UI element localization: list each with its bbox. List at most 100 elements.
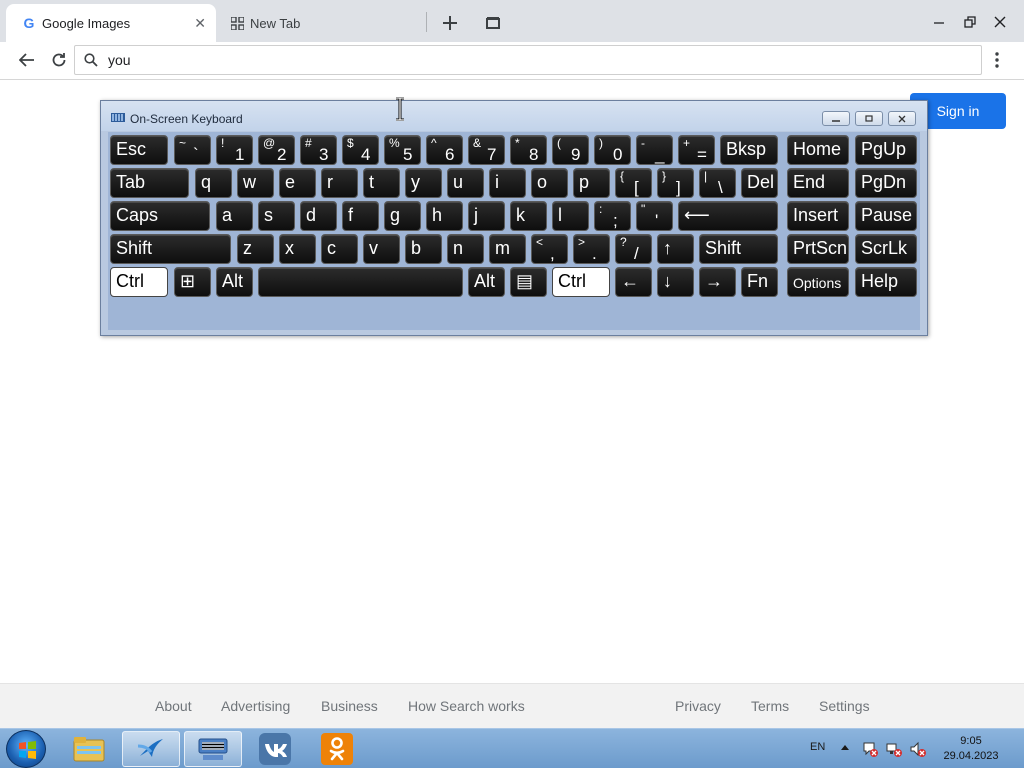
key-pgup[interactable]: PgUp — [855, 135, 917, 165]
key-t[interactable]: t — [363, 168, 400, 198]
key-p[interactable]: p — [573, 168, 610, 198]
key-7[interactable]: & 7 — [468, 135, 505, 165]
key-fn[interactable]: Fn — [741, 267, 778, 297]
tab-close-icon[interactable]: ✕ — [194, 15, 206, 32]
key-x[interactable]: x — [279, 234, 316, 264]
osk-maximize-button[interactable] — [855, 111, 883, 126]
key-/[interactable]: ? / — [615, 234, 652, 264]
key-shift[interactable]: Shift — [699, 234, 778, 264]
taskbar-explorer[interactable] — [60, 731, 118, 767]
browser-menu-button[interactable] — [984, 45, 1010, 75]
key-w[interactable]: w — [237, 168, 274, 198]
key-m[interactable]: m — [489, 234, 526, 264]
key-symbol[interactable]: ← — [615, 267, 652, 297]
footer-link-about[interactable]: About — [155, 698, 192, 714]
key-ctrl[interactable]: Ctrl — [552, 267, 610, 297]
key-home[interactable]: Home — [787, 135, 849, 165]
key-i[interactable]: i — [489, 168, 526, 198]
key-prtscn[interactable]: PrtScn — [787, 234, 849, 264]
chevron-up-icon[interactable] — [841, 744, 849, 750]
key-symbol[interactable]: ↑ — [657, 234, 694, 264]
key-3[interactable]: #3 — [300, 135, 337, 165]
language-indicator[interactable]: EN — [810, 741, 825, 753]
key-a[interactable]: a — [216, 201, 253, 231]
key-u[interactable]: u — [447, 168, 484, 198]
key-g[interactable]: g — [384, 201, 421, 231]
key-0[interactable]: ) 0 — [594, 135, 631, 165]
key-alt[interactable]: Alt — [468, 267, 505, 297]
footer-link-terms[interactable]: Terms — [751, 698, 789, 714]
key-v[interactable]: v — [363, 234, 400, 264]
key-h[interactable]: h — [426, 201, 463, 231]
key-[[interactable]: {[ — [615, 168, 652, 198]
key-=[interactable]: + = — [678, 135, 715, 165]
new-tab-button[interactable] — [437, 10, 463, 36]
key-b[interactable]: b — [405, 234, 442, 264]
key-bksp[interactable]: Bksp — [720, 135, 778, 165]
key-alt[interactable]: Alt — [216, 267, 253, 297]
key-s[interactable]: s — [258, 201, 295, 231]
system-clock[interactable]: 9:05 29.04.2023 — [936, 734, 1006, 764]
key-;[interactable]: :; — [594, 201, 631, 231]
minimize-button[interactable] — [924, 8, 954, 36]
footer-link-advertising[interactable]: Advertising — [221, 698, 290, 714]
key-d[interactable]: d — [300, 201, 337, 231]
key-symbol[interactable]: ⊞ — [174, 267, 211, 297]
taskbar-vk[interactable] — [246, 731, 304, 767]
key-esc[interactable]: Esc — [110, 135, 168, 165]
address-bar[interactable] — [74, 45, 982, 75]
key-y[interactable]: y — [405, 168, 442, 198]
key-e[interactable]: e — [279, 168, 316, 198]
key-help[interactable]: Help — [855, 267, 917, 297]
close-window-button[interactable] — [985, 8, 1015, 36]
key-tab[interactable]: Tab — [110, 168, 189, 198]
footer-link-settings[interactable]: Settings — [819, 698, 870, 714]
taskbar-odnoklassniki[interactable] — [308, 731, 366, 767]
action-center-icon[interactable] — [862, 741, 878, 757]
key-caps[interactable]: Caps — [110, 201, 210, 231]
key-`[interactable]: ~ ` — [174, 135, 211, 165]
key-insert[interactable]: Insert — [787, 201, 849, 231]
osk-minimize-button[interactable] — [822, 111, 850, 126]
osk-close-button[interactable] — [888, 111, 916, 126]
key-symbol[interactable]: ▤ — [510, 267, 547, 297]
key-][interactable]: }] — [657, 168, 694, 198]
key-pause[interactable]: Pause — [855, 201, 917, 231]
key-c[interactable]: c — [321, 234, 358, 264]
key-2[interactable]: @2 — [258, 135, 295, 165]
key-scrlk[interactable]: ScrLk — [855, 234, 917, 264]
key-5[interactable]: % 5 — [384, 135, 421, 165]
key-j[interactable]: j — [468, 201, 505, 231]
key-n[interactable]: n — [447, 234, 484, 264]
key-shift[interactable]: Shift — [110, 234, 231, 264]
key-k[interactable]: k — [510, 201, 547, 231]
reload-button[interactable] — [44, 45, 74, 75]
osk-title-bar[interactable]: On-Screen Keyboard — [101, 101, 927, 131]
key-l[interactable]: l — [552, 201, 589, 231]
volume-muted-icon[interactable] — [910, 741, 926, 757]
taskbar-on-screen-keyboard[interactable] — [184, 731, 242, 767]
key-r[interactable]: r — [321, 168, 358, 198]
key-4[interactable]: $4 — [342, 135, 379, 165]
footer-link-business[interactable]: Business — [321, 698, 378, 714]
key-_[interactable]: - _ — [636, 135, 673, 165]
key-space[interactable] — [258, 267, 463, 297]
key-'[interactable]: " ' — [636, 201, 673, 231]
key-symbol[interactable]: → — [699, 267, 736, 297]
key-pgdn[interactable]: PgDn — [855, 168, 917, 198]
key-q[interactable]: q — [195, 168, 232, 198]
address-input[interactable] — [108, 52, 908, 68]
key-1[interactable]: ! 1 — [216, 135, 253, 165]
key-6[interactable]: ^ 6 — [426, 135, 463, 165]
key-8[interactable]: * 8 — [510, 135, 547, 165]
key-end[interactable]: End — [787, 168, 849, 198]
footer-link-how-search-works[interactable]: How Search works — [408, 698, 525, 714]
footer-link-privacy[interactable]: Privacy — [675, 698, 721, 714]
key-f[interactable]: f — [342, 201, 379, 231]
taskbar-browser[interactable] — [122, 731, 180, 767]
key-options[interactable]: Options — [787, 267, 849, 297]
tab-new-tab[interactable]: New Tab — [214, 4, 414, 42]
key-\[interactable]: | \ — [699, 168, 736, 198]
tab-overview-button[interactable] — [480, 10, 506, 36]
key-,[interactable]: <, — [531, 234, 568, 264]
